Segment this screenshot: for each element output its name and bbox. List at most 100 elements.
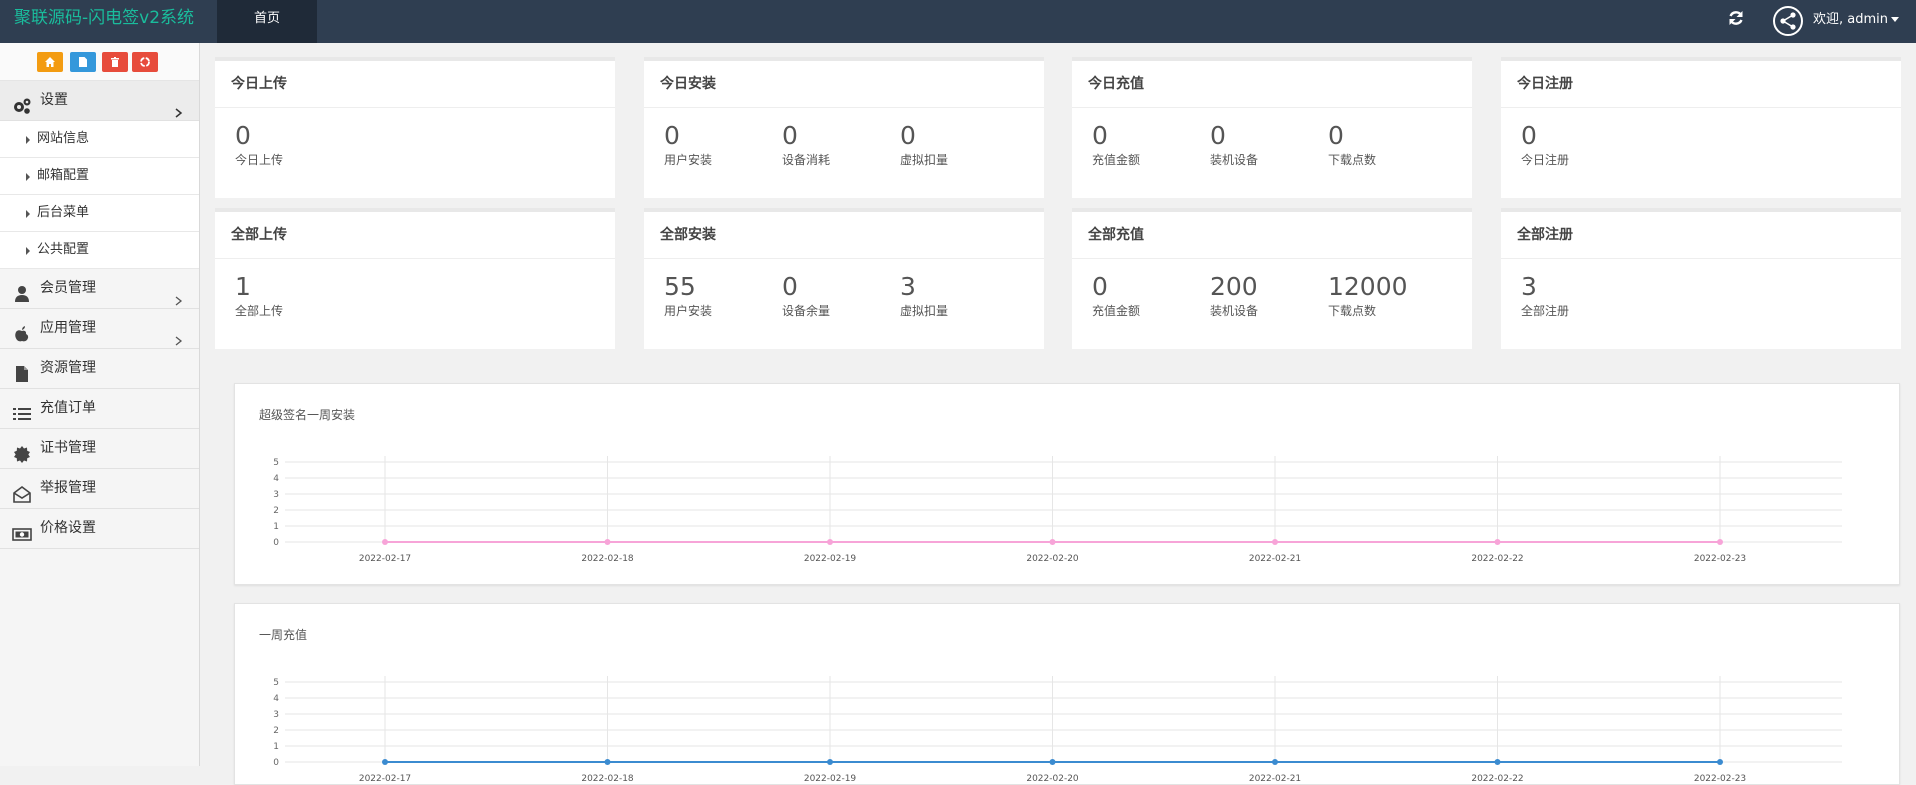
sidebar: 设置 网站信息 邮箱配置 后台菜单 公共配置 会员管理 应用管理 资源管理 充值… bbox=[0, 43, 200, 766]
sidebar-subitem-site-info[interactable]: 网站信息 bbox=[0, 121, 199, 158]
user-menu[interactable]: 欢迎, admin bbox=[1813, 0, 1899, 40]
x-tick-label: 2022-02-20 bbox=[1026, 774, 1079, 784]
sidebar-item-label: 设置 bbox=[40, 92, 68, 108]
stat: 55 用户安装 bbox=[664, 272, 712, 320]
stat-label: 设备余量 bbox=[782, 304, 831, 318]
stat: 0 装机设备 bbox=[1210, 121, 1258, 169]
sidebar-subitem-label: 公共配置 bbox=[37, 242, 90, 257]
y-tick-label: 4 bbox=[273, 694, 279, 704]
stat-value: 3 bbox=[1521, 272, 1537, 301]
stat-value: 0 bbox=[782, 121, 798, 150]
stat: 0 充值金额 bbox=[1092, 272, 1140, 320]
stat-label: 装机设备 bbox=[1210, 304, 1259, 318]
stat-value: 200 bbox=[1210, 272, 1258, 301]
card-today-recharge: 今日充值 0 充值金额 0 装机设备 0 下载点数 bbox=[1072, 57, 1472, 198]
data-point bbox=[1494, 539, 1501, 545]
sidebar-item-resources[interactable]: 资源管理 bbox=[0, 349, 199, 389]
sidebar-subitem-public-config[interactable]: 公共配置 bbox=[0, 232, 199, 269]
trash-icon bbox=[111, 57, 119, 67]
card-all-upload: 全部上传 1 全部上传 bbox=[215, 208, 615, 349]
stat: 0 今日注册 bbox=[1521, 121, 1569, 169]
y-tick-label: 2 bbox=[273, 726, 279, 736]
y-tick-label: 0 bbox=[273, 758, 279, 768]
home-button[interactable] bbox=[37, 52, 63, 72]
stat-label: 今日注册 bbox=[1521, 153, 1570, 167]
data-point bbox=[827, 759, 833, 765]
stat-value: 0 bbox=[1521, 121, 1537, 150]
card-title: 全部上传 bbox=[215, 212, 615, 259]
stat: 0 设备余量 bbox=[782, 272, 830, 320]
caret-right-icon bbox=[26, 136, 30, 144]
stat-label: 虚拟扣量 bbox=[900, 153, 949, 167]
y-tick-label: 3 bbox=[273, 710, 279, 720]
share-avatar-icon[interactable] bbox=[1772, 5, 1804, 37]
data-point bbox=[382, 539, 388, 545]
y-tick-label: 3 bbox=[273, 490, 279, 500]
sidebar-item-certificates[interactable]: 证书管理 bbox=[0, 429, 199, 469]
card-title: 全部注册 bbox=[1501, 212, 1901, 259]
stat: 0 设备消耗 bbox=[782, 121, 830, 169]
caret-right-icon bbox=[26, 210, 30, 218]
brand-title[interactable]: 聚联源码-闪电签v2系统 bbox=[14, 0, 194, 43]
stat-label: 今日上传 bbox=[235, 153, 284, 167]
chart-weekly-recharge: 0 1 2 3 4 5 2022-02-17 2022-02-18 2022-02-19 2022… bbox=[273, 676, 1842, 784]
stat-label: 用户安装 bbox=[664, 304, 713, 318]
stat-value: 0 bbox=[1092, 272, 1108, 301]
sidebar-item-pricing[interactable]: 价格设置 bbox=[0, 509, 199, 549]
data-point bbox=[827, 539, 833, 545]
stat-label: 全部注册 bbox=[1521, 304, 1570, 318]
stat-label: 设备消耗 bbox=[782, 153, 831, 167]
file-icon bbox=[79, 57, 87, 67]
top-bar: 聚联源码-闪电签v2系统 首页 欢迎, admin bbox=[0, 0, 1916, 43]
sidebar-item-reports[interactable]: 举报管理 bbox=[0, 469, 199, 509]
stat-value: 0 bbox=[1092, 121, 1108, 150]
stat-value: 0 bbox=[1328, 121, 1344, 150]
sidebar-subitem-label: 后台菜单 bbox=[37, 205, 90, 220]
card-today-install: 今日安装 0 用户安装 0 设备消耗 0 虚拟扣量 bbox=[644, 57, 1044, 198]
y-tick-label: 1 bbox=[273, 742, 279, 752]
caret-right-icon bbox=[26, 173, 30, 181]
tab-home[interactable]: 首页 bbox=[217, 0, 317, 43]
sidebar-subitem-mail-config[interactable]: 邮箱配置 bbox=[0, 158, 199, 195]
recycle-button[interactable] bbox=[132, 52, 158, 72]
money-icon bbox=[12, 520, 32, 541]
sidebar-item-label: 应用管理 bbox=[40, 320, 96, 336]
trash-button[interactable] bbox=[102, 52, 128, 72]
apple-icon bbox=[12, 320, 32, 342]
sidebar-item-settings[interactable]: 设置 bbox=[0, 81, 199, 121]
file-icon bbox=[12, 360, 32, 382]
chevron-right-icon bbox=[175, 283, 183, 306]
card-all-register: 全部注册 3 全部注册 bbox=[1501, 208, 1901, 349]
x-tick-label: 2022-02-21 bbox=[1249, 774, 1301, 784]
card-title: 今日安装 bbox=[644, 61, 1044, 108]
card-title: 全部充值 bbox=[1072, 212, 1472, 259]
sidebar-item-label: 价格设置 bbox=[40, 520, 96, 536]
sidebar-item-members[interactable]: 会员管理 bbox=[0, 269, 199, 309]
stat-label: 充值金额 bbox=[1092, 153, 1141, 167]
data-point bbox=[1272, 539, 1278, 545]
y-tick-label: 1 bbox=[273, 522, 279, 532]
x-tick-label: 2022-02-22 bbox=[1471, 774, 1523, 784]
sidebar-subitem-admin-menu[interactable]: 后台菜单 bbox=[0, 195, 199, 232]
card-all-recharge: 全部充值 0 充值金额 200 装机设备 12000 下载点数 bbox=[1072, 208, 1472, 349]
file-button[interactable] bbox=[70, 52, 96, 72]
x-tick-label: 2022-02-19 bbox=[804, 774, 857, 784]
card-title: 今日充值 bbox=[1072, 61, 1472, 108]
x-tick-label: 2022-02-23 bbox=[1694, 554, 1746, 564]
sidebar-item-orders[interactable]: 充值订单 bbox=[0, 389, 199, 429]
recycle-icon bbox=[140, 57, 150, 67]
x-tick-label: 2022-02-23 bbox=[1694, 774, 1746, 784]
sidebar-item-label: 会员管理 bbox=[40, 280, 96, 296]
data-point bbox=[1494, 759, 1501, 765]
card-today-upload: 今日上传 0 今日上传 bbox=[215, 57, 615, 198]
stat-label: 虚拟扣量 bbox=[900, 304, 949, 318]
data-point bbox=[1049, 759, 1056, 765]
stat-value: 0 bbox=[664, 121, 680, 150]
stat-value: 0 bbox=[235, 121, 251, 150]
caret-down-icon bbox=[1891, 17, 1899, 22]
data-point bbox=[604, 759, 611, 765]
refresh-icon[interactable] bbox=[1726, 8, 1746, 28]
y-tick-label: 2 bbox=[273, 506, 279, 516]
x-tick-label: 2022-02-22 bbox=[1471, 554, 1523, 564]
sidebar-item-apps[interactable]: 应用管理 bbox=[0, 309, 199, 349]
